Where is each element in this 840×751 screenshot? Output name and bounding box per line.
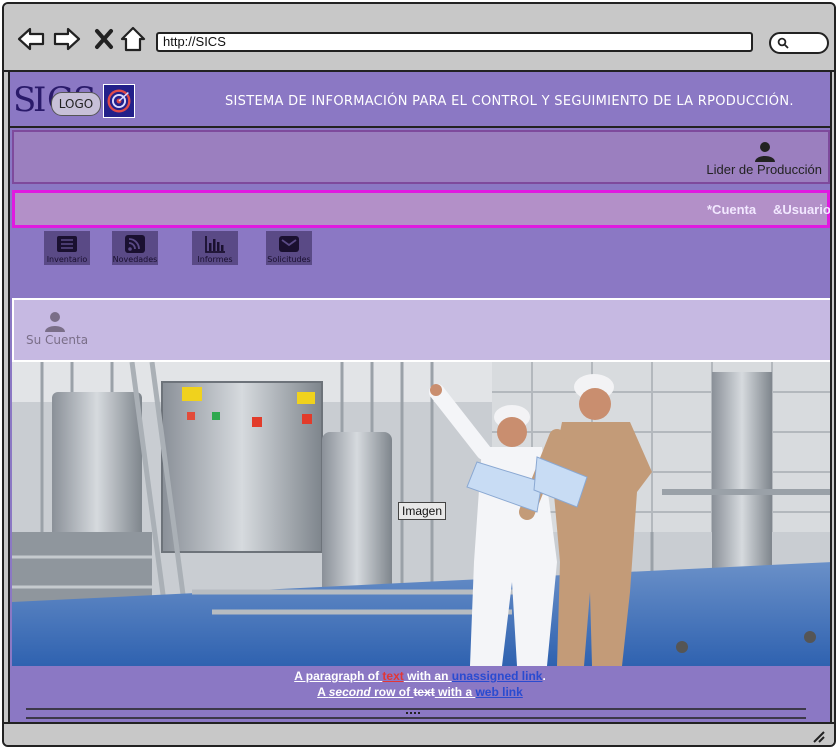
page-viewport: S I C S LOGO SISTEMA DE INFORMACIÓN PARA… [8, 72, 832, 722]
role-bar: Lider de Producción [12, 130, 830, 184]
paragraph-text: . [542, 669, 546, 683]
logo-label: LOGO [51, 92, 101, 116]
paragraph-text: row of [370, 685, 414, 699]
paragraph-text: with an [403, 669, 452, 683]
browser-toolbar: http://SICS [4, 4, 834, 72]
strikethrough-text: text [413, 685, 435, 699]
envelope-icon [279, 236, 299, 252]
emphasis-text: second [328, 685, 371, 699]
paragraph-text: A paragraph of [294, 669, 383, 683]
nav-usuario-link[interactable]: &Usuario [773, 202, 830, 217]
back-icon[interactable] [16, 24, 46, 54]
user-icon [754, 140, 776, 162]
unassigned-link[interactable]: unassigned link [452, 669, 543, 683]
site-title: SISTEMA DE INFORMACIÓN PARA EL CONTROL Y… [225, 94, 794, 109]
emblem-icon [103, 84, 135, 118]
site-header: S I C S LOGO SISTEMA DE INFORMACIÓN PARA… [10, 72, 830, 128]
tile-solicitudes-label: Solicitudes [267, 255, 311, 264]
tile-inventario[interactable]: Inventario [44, 231, 90, 265]
logo-letter-i: I [33, 80, 47, 120]
home-icon[interactable] [118, 24, 148, 54]
forward-icon[interactable] [52, 24, 82, 54]
paragraph-line-2: A second row of text with a web link [10, 685, 830, 699]
tile-informes[interactable]: Informes [192, 231, 238, 265]
tile-informes-label: Informes [197, 255, 233, 264]
paragraph-text: with a [434, 685, 476, 699]
resize-grip-icon[interactable] [812, 730, 826, 744]
tile-novedades[interactable]: Novedades [112, 231, 158, 265]
site-logo[interactable]: S I C S LOGO [13, 80, 135, 122]
paragraph-text: A [317, 685, 329, 699]
user-icon [44, 310, 66, 332]
text-link[interactable]: text [382, 669, 403, 683]
web-link[interactable]: web link [475, 685, 522, 699]
address-bar[interactable]: http://SICS [156, 32, 753, 52]
tile-solicitudes[interactable]: Solicitudes [266, 231, 312, 265]
browser-search-field[interactable] [769, 32, 829, 54]
footer-divider [26, 708, 806, 719]
nav-cuenta-link[interactable]: *Cuenta [707, 202, 756, 217]
bar-chart-icon [205, 236, 225, 253]
list-icon [57, 236, 77, 252]
top-nav-bar: *Cuenta &Usuario [12, 190, 830, 228]
tile-inventario-label: Inventario [46, 255, 88, 264]
search-icon [777, 37, 789, 49]
rss-icon [125, 235, 145, 253]
browser-status-bar [4, 722, 834, 745]
close-icon[interactable] [90, 24, 120, 54]
tile-novedades-label: Novedades [112, 255, 158, 264]
paragraph-line-1: A paragraph of text with an unassigned l… [10, 669, 830, 683]
image-placeholder-label: Imagen [398, 502, 447, 520]
browser-window: http://SICS S I C S LOGO [2, 2, 836, 747]
account-label: Su Cuenta [26, 333, 89, 347]
hero-image: Imagen [12, 362, 830, 666]
role-label: Lider de Producción [706, 162, 822, 177]
account-panel[interactable]: Su Cuenta [12, 298, 830, 362]
